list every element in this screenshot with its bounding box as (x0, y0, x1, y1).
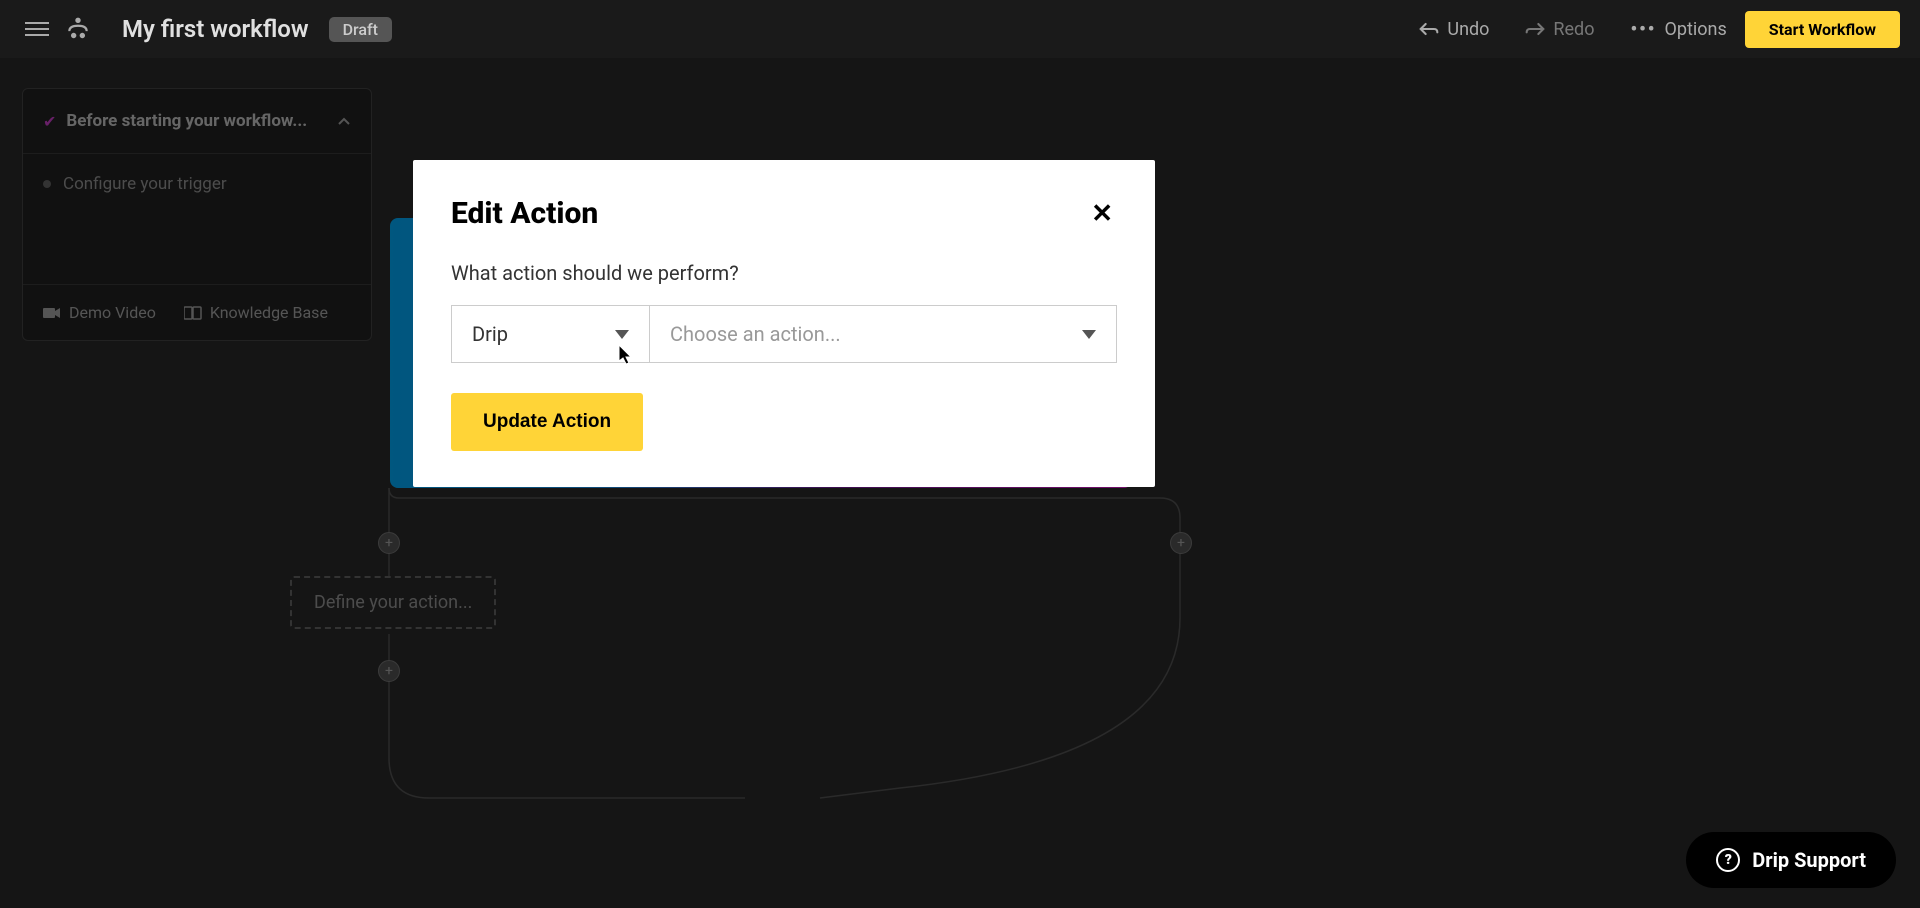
update-action-button[interactable]: Update Action (451, 393, 643, 451)
workflow-title[interactable]: My first workflow (122, 15, 309, 43)
undo-icon (1419, 21, 1439, 37)
menu-icon[interactable] (25, 17, 49, 41)
dots-icon: ••• (1630, 19, 1656, 40)
options-button[interactable]: ••• Options (1612, 19, 1744, 40)
help-icon: ? (1716, 848, 1740, 872)
start-workflow-button[interactable]: Start Workflow (1745, 11, 1900, 48)
drip-logo-icon[interactable] (64, 15, 92, 43)
caret-down-icon (615, 330, 629, 339)
action-placeholder: Choose an action... (670, 322, 841, 346)
redo-icon (1525, 21, 1545, 37)
provider-dropdown[interactable]: Drip (451, 305, 649, 363)
draft-badge: Draft (329, 17, 392, 42)
close-icon[interactable]: ✕ (1087, 199, 1117, 229)
provider-value: Drip (472, 322, 508, 346)
modal-label: What action should we perform? (451, 261, 1117, 285)
modal-title: Edit Action (451, 196, 598, 231)
app-header: My first workflow Draft Undo Redo ••• Op… (0, 0, 1920, 58)
support-widget[interactable]: ? Drip Support (1686, 832, 1896, 888)
edit-action-modal: Edit Action ✕ What action should we perf… (413, 160, 1155, 487)
action-dropdown[interactable]: Choose an action... (649, 305, 1117, 363)
workflow-canvas: + + + Define your action... ✔ Before sta… (0, 58, 1920, 908)
redo-button[interactable]: Redo (1507, 19, 1612, 40)
support-label: Drip Support (1752, 848, 1866, 872)
caret-down-icon (1082, 330, 1096, 339)
undo-button[interactable]: Undo (1401, 19, 1507, 40)
